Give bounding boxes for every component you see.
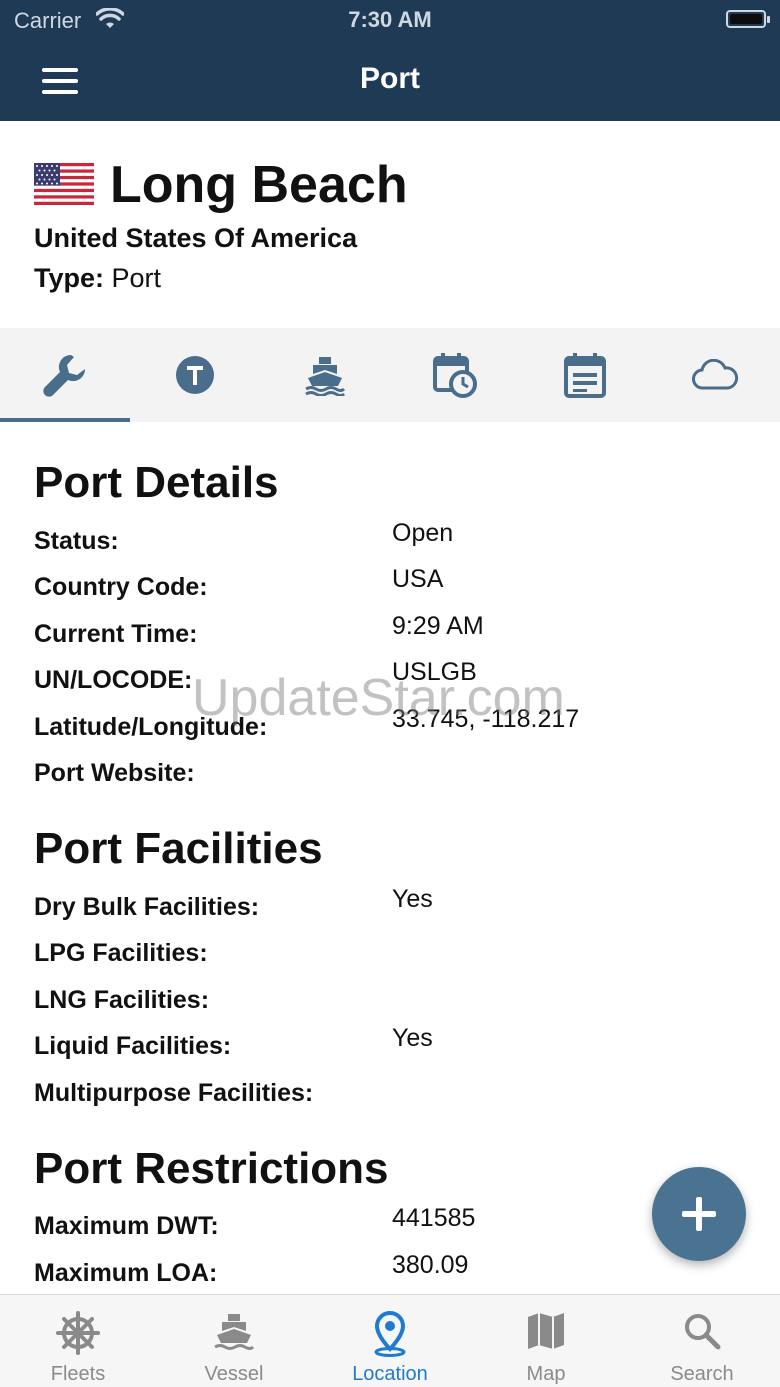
unlocode-label: UN/LOCODE: — [34, 666, 193, 694]
country-code-label: Country Code: — [34, 573, 208, 601]
map-icon — [528, 1313, 564, 1349]
tab-details[interactable] — [0, 328, 130, 422]
port-country: United States Of America — [34, 223, 358, 253]
tab-port-calls[interactable] — [390, 328, 520, 422]
max-loa-value: 380.09 — [392, 1251, 469, 1279]
tab-weather[interactable] — [650, 328, 780, 422]
tab-vessels[interactable] — [260, 328, 390, 422]
bottom-tab-label: Location — [352, 1363, 428, 1385]
port-name: Long Beach — [110, 156, 408, 214]
calendar-list-icon — [564, 353, 606, 398]
max-dwt-label: Maximum DWT: — [34, 1212, 219, 1240]
nav-bar: Port — [0, 40, 780, 121]
status-bar: Carrier 7:30 AM — [0, 0, 780, 40]
bottom-tab-bar: Fleets Vessel Location Map Search — [0, 1294, 780, 1387]
port-details-title: Port Details — [34, 458, 279, 507]
top-bar: Carrier 7:30 AM Port — [0, 0, 780, 121]
lat-long-label: Latitude/Longitude: — [34, 713, 268, 741]
port-restrictions-title: Port Restrictions — [34, 1144, 389, 1193]
us-flag-icon — [34, 163, 94, 205]
calendar-clock-icon — [433, 353, 477, 398]
tab-terminals[interactable] — [130, 328, 260, 422]
t-circle-icon — [176, 356, 214, 394]
bottom-tab-vessel[interactable]: Vessel — [156, 1295, 312, 1387]
port-type-label: Type: — [34, 263, 105, 293]
add-button[interactable] — [652, 1167, 746, 1261]
bottom-tab-search[interactable]: Search — [624, 1295, 780, 1387]
plus-icon — [682, 1197, 716, 1231]
detail-tabs — [0, 328, 780, 422]
wrench-icon — [43, 354, 86, 397]
status-value: Open — [392, 519, 454, 547]
unlocode-value: USLGB — [392, 658, 477, 686]
current-time-value: 9:29 AM — [392, 612, 484, 640]
location-pin-icon — [374, 1311, 406, 1357]
dry-bulk-value: Yes — [392, 885, 433, 913]
country-code-value: USA — [392, 565, 444, 593]
bottom-tab-label: Map — [526, 1363, 566, 1385]
multipurpose-label: Multipurpose Facilities: — [34, 1079, 314, 1107]
status-label: Status: — [34, 527, 119, 555]
battery-icon — [726, 10, 770, 28]
ship-icon — [305, 357, 346, 396]
max-loa-label: Maximum LOA: — [34, 1259, 218, 1287]
bottom-tab-location[interactable]: Location — [312, 1295, 468, 1387]
bottom-tab-label: Vessel — [204, 1363, 264, 1385]
lat-long-value: 33.745, -118.217 — [392, 705, 580, 733]
max-dwt-value: 441585 — [392, 1204, 476, 1232]
current-time-label: Current Time: — [34, 620, 198, 648]
port-website-label: Port Website: — [34, 759, 195, 787]
liquid-label: Liquid Facilities: — [34, 1032, 232, 1060]
ship-wheel-icon — [56, 1311, 100, 1355]
cloud-icon — [692, 359, 739, 390]
tab-schedule[interactable] — [520, 328, 650, 422]
port-facilities-title: Port Facilities — [34, 824, 323, 873]
bottom-tab-map[interactable]: Map — [468, 1295, 624, 1387]
dry-bulk-label: Dry Bulk Facilities: — [34, 893, 260, 921]
port-type-value: Port — [111, 263, 162, 293]
status-time: 7:30 AM — [348, 7, 432, 32]
ship-icon — [214, 1314, 255, 1350]
page-title: Port — [360, 62, 420, 95]
lpg-label: LPG Facilities: — [34, 939, 208, 967]
port-type: Type: Port — [34, 263, 161, 294]
search-icon — [685, 1314, 721, 1350]
lng-label: LNG Facilities: — [34, 986, 210, 1014]
bottom-tab-label: Search — [670, 1363, 734, 1385]
bottom-tab-label: Fleets — [50, 1363, 106, 1385]
port-header: Long Beach United States Of America Type… — [0, 121, 780, 328]
liquid-value: Yes — [392, 1024, 433, 1052]
bottom-tab-fleets[interactable]: Fleets — [0, 1295, 156, 1387]
